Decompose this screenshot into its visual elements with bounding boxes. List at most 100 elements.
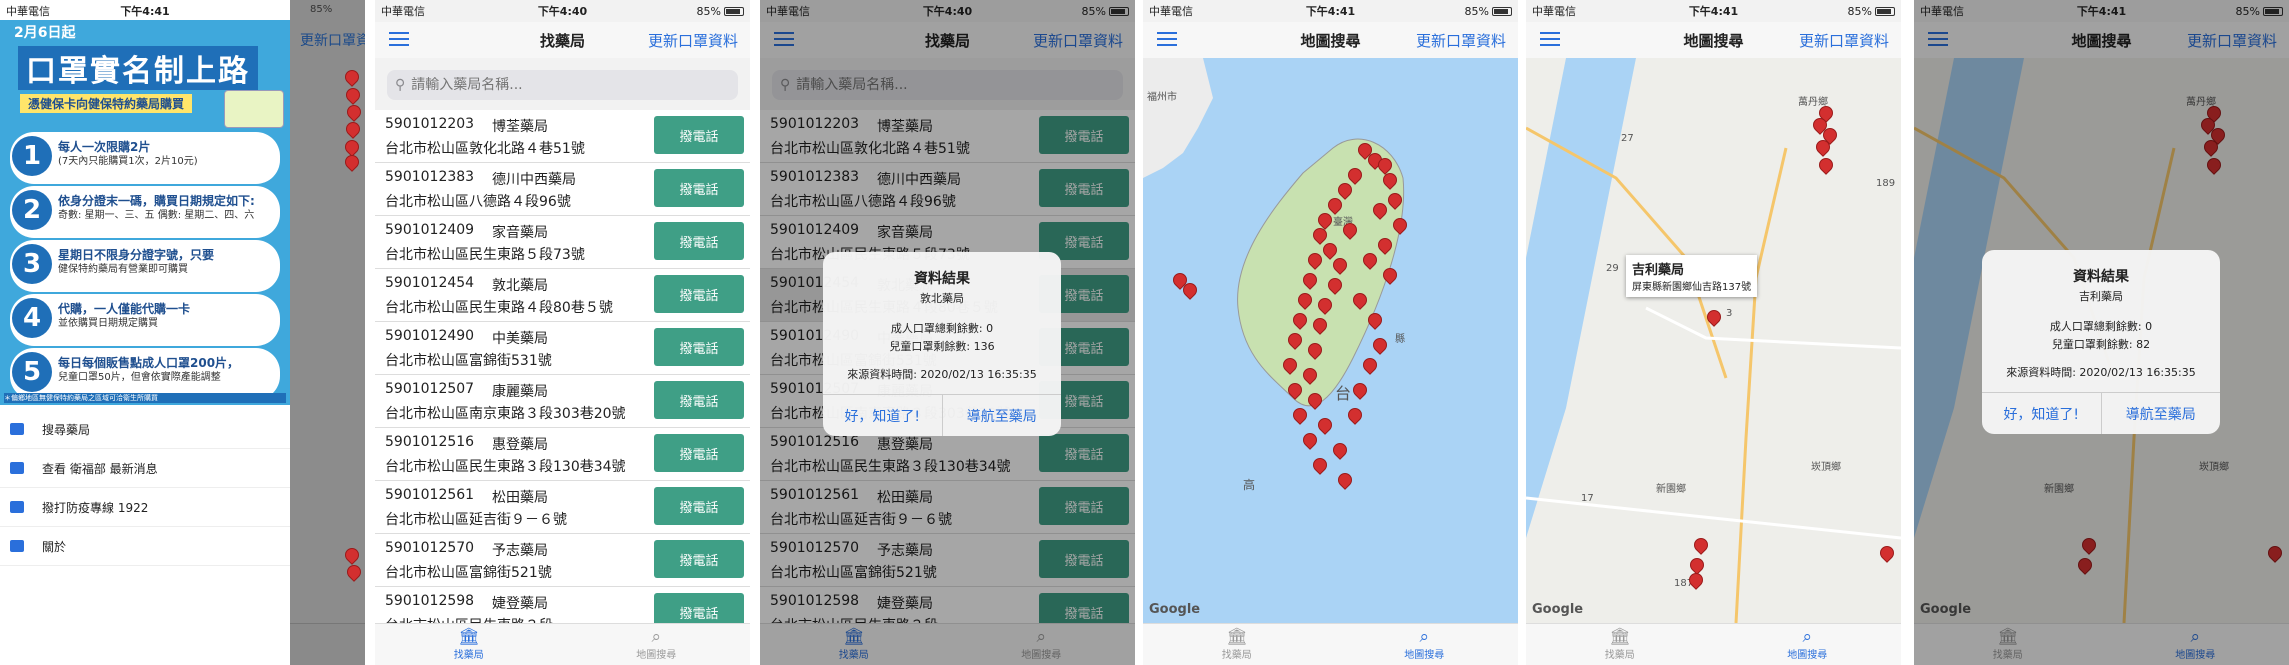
call-button[interactable]: 撥電話	[654, 434, 744, 472]
tab-map[interactable]: ⌕ 地圖搜尋	[563, 624, 751, 665]
list-item[interactable]: 5901012516 惠登藥局 台北市松山區民生東路３段130巷34號 撥電話	[375, 428, 750, 481]
map-pin	[343, 119, 363, 139]
battery-value: 85%	[310, 4, 333, 15]
list-item[interactable]: 5901012409 家音藥局台北市松山區民生東路５段73號 撥電話	[375, 216, 750, 269]
list-item[interactable]: 5901012561 松田藥局 台北市松山區延吉街９－６號 撥電話	[375, 481, 750, 534]
drawer-menu-item[interactable]: 搜尋藥局	[0, 410, 290, 449]
tab-find[interactable]: 🏛 找藥局	[1526, 624, 1714, 665]
alert-title: 資料結果	[914, 271, 970, 287]
map-label-gao: 高	[1243, 478, 1256, 492]
pharmacy-address: 台北市松山區民生東路３段	[385, 615, 553, 623]
pharmacy-address: 台北市松山區南京東路３段303巷20號	[385, 406, 626, 422]
alert-source-time: 來源資料時間: 2020/02/13 16:35:35	[847, 368, 1037, 381]
battery-icon	[1875, 6, 1895, 16]
call-button[interactable]: 撥電話	[654, 381, 744, 419]
pharmacy-address: 台北市松山區民生東路５段73號	[385, 247, 585, 263]
pharmacy-code: 5901012561	[385, 487, 475, 503]
map-search-icon: ⌕	[1802, 627, 1813, 647]
pharmacy-name: 惠登藥局	[492, 437, 548, 453]
navigate-button[interactable]: 導航至藥局	[943, 395, 1062, 436]
map-pin	[344, 562, 364, 582]
alert-adult-count: 成人口罩總剩餘數: 0	[2049, 320, 2153, 333]
battery-icon	[1492, 6, 1512, 16]
call-button[interactable]: 撥電話	[654, 328, 744, 366]
map-view[interactable]: 萬丹鄉 新園鄉 崁頂鄉 29 189 27 187 17 3 吉利藥局 屏東縣新…	[1526, 58, 1901, 623]
tab-map-label: 地圖搜尋	[1404, 650, 1445, 661]
road-189: 189	[1876, 178, 1896, 189]
screen-list: 中華電信 下午4:40 85% 找藥局 更新口罩資料 ⚲ 5901012203 博…	[375, 0, 750, 665]
map-pin	[342, 152, 362, 172]
banner-subtitle: 憑健保卡向健保特約藥局購買	[20, 94, 193, 113]
navigate-button[interactable]: 導航至藥局	[2102, 393, 2221, 434]
map-land	[1526, 58, 1901, 623]
info-address: 屏東縣新園鄉仙吉路137號	[1632, 282, 1752, 293]
map-label-tai: 台	[1335, 384, 1352, 403]
map-label-xinyuan: 新園鄉	[1656, 484, 1686, 495]
nav-bar: 地圖搜尋 更新口罩資料	[1526, 22, 1901, 58]
pharmacy-name: 松田藥局	[492, 490, 548, 506]
call-button[interactable]: 撥電話	[654, 169, 744, 207]
drawer-menu-item[interactable]: 關於	[0, 527, 290, 566]
tab-map[interactable]: ⌕ 地圖搜尋	[1331, 624, 1519, 665]
list-item[interactable]: 5901012570 予志藥局 台北市松山區富錦街521號 撥電話	[375, 534, 750, 587]
call-button[interactable]: 撥電話	[654, 275, 744, 313]
map-label-city: 福州市	[1147, 92, 1177, 103]
tab-find[interactable]: 🏛 找藥局	[375, 624, 563, 665]
list-item[interactable]: 5901012490 中美藥局台北市松山區富錦街531號 撥電話	[375, 322, 750, 375]
alert-pharmacy-name: 吉利藥局	[2079, 290, 2123, 303]
list-item[interactable]: 5901012507 康麗藥局台北市松山區南京東路３段303巷20號 撥電話	[375, 375, 750, 428]
call-button[interactable]: 撥電話	[654, 487, 744, 525]
tab-map-label: 地圖搜尋	[636, 650, 677, 661]
drawer-menu-label: 關於	[42, 539, 67, 554]
call-button[interactable]: 撥電話	[654, 222, 744, 260]
info-window[interactable]: 吉利藥局 屏東縣新園鄉仙吉路137號	[1626, 255, 1758, 297]
status-bar: 中華電信 下午4:41 85%	[1526, 0, 1901, 22]
drawer-menu-item[interactable]: 查看 衛福部 最新消息	[0, 449, 290, 488]
call-button[interactable]: 撥電話	[654, 540, 744, 578]
tab-map[interactable]: ⌕ 地圖搜尋	[1714, 624, 1902, 665]
result-alert: 資料結果 敦北藥局 成人口罩總剩餘數: 0 兒童口罩剩餘數: 136 來源資料時…	[823, 252, 1061, 436]
building-icon: 🏛	[1608, 627, 1631, 647]
rule-number: 5	[12, 352, 52, 392]
rule-item: 1 每人一次限購2片 (7天內只能購買1次，2片10元)	[10, 132, 280, 184]
alert-source-time: 來源資料時間: 2020/02/13 16:35:35	[2006, 366, 2196, 379]
pharmacy-name: 予志藥局	[492, 543, 548, 559]
alert-child-count: 兒童口罩剩餘數: 82	[2051, 338, 2151, 351]
list-item[interactable]: 5901012203 博荃藥局 台北市松山區敦化北路４巷51號 撥電話	[375, 110, 750, 163]
pharmacy-address: 台北市松山區民生東路４段80巷５號	[385, 300, 613, 316]
pharmacy-address: 台北市松山區民生東路３段130巷34號	[385, 459, 626, 475]
road-3: 3	[1726, 308, 1733, 319]
update-button[interactable]: 更新口罩資料	[1799, 30, 1889, 51]
search-input[interactable]	[411, 77, 720, 93]
update-button[interactable]: 更新口罩資料	[648, 30, 738, 51]
rule-text: 依身分證末一碼，購買日期規定如下:	[58, 194, 255, 208]
building-icon	[10, 423, 24, 435]
tab-find-label: 找藥局	[1221, 650, 1252, 661]
pharmacy-code: 5901012409	[385, 222, 475, 238]
rule-subtext: 並依購買日期規定購買	[58, 318, 158, 329]
alert-adult-count: 成人口罩總剩餘數: 0	[890, 322, 994, 335]
tab-find[interactable]: 🏛 找藥局	[1143, 624, 1331, 665]
rule-number: 2	[12, 190, 52, 230]
alert-child-count: 兒童口罩剩餘數: 136	[889, 340, 995, 353]
pharmacy-name: 康麗藥局	[492, 384, 548, 400]
call-button[interactable]: 撥電話	[654, 593, 744, 623]
pharmacy-name: 中美藥局	[492, 331, 548, 347]
rule-item: 2 依身分證末一碼，購買日期規定如下: 奇數: 星期一、三、五 偶數: 星期二、四、…	[10, 186, 280, 238]
mask-banner: 2月6日起 口罩實名制上路 憑健保卡向健保特約藥局購買 1 每人一次限購2片 (7天…	[0, 20, 290, 405]
list-item[interactable]: 5901012454 敦北藥局台北市松山區民生東路４段80巷５號 撥電話	[375, 269, 750, 322]
screen-drawer: 中華電信 下午4:41 2月6日起 口罩實名制上路 憑健保卡向健保特約藥局購買 …	[0, 0, 365, 665]
list-item[interactable]: 5901012598 婕登藥局台北市松山區民生東路３段 撥電話	[375, 587, 750, 623]
call-button[interactable]: 撥電話	[654, 116, 744, 154]
drawer-menu-item[interactable]: 撥打防疫專線 1922	[0, 488, 290, 527]
list-item[interactable]: 5901012383 德川中西藥局 台北市松山區八德路４段96號 撥電話	[375, 163, 750, 216]
rule-text: 星期日不限身分證字號，只要	[58, 248, 215, 262]
tab-bar: 🏛 找藥局 ⌕ 地圖搜尋	[1526, 623, 1901, 665]
ok-button[interactable]: 好，知道了!	[823, 395, 943, 436]
update-button[interactable]: 更新口罩資料	[1416, 30, 1506, 51]
search-bar[interactable]: ⚲	[387, 70, 738, 100]
pharmacy-name: 家音藥局	[492, 225, 548, 241]
drawer-menu: 搜尋藥局 查看 衛福部 最新消息 撥打防疫專線 1922 關於	[0, 410, 290, 566]
ok-button[interactable]: 好，知道了!	[1982, 393, 2102, 434]
map-view[interactable]: 福州市 臺灣 台 高 縣 Google	[1143, 58, 1518, 623]
